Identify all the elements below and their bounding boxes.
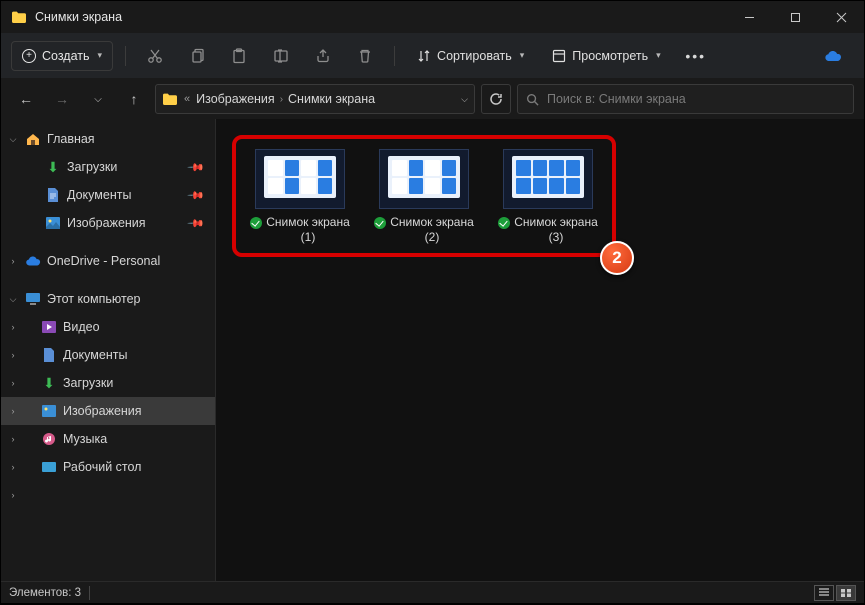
sort-label: Сортировать (437, 49, 512, 63)
download-icon: ⬇ (45, 159, 61, 175)
view-label: Просмотреть (572, 49, 648, 63)
sidebar-item-documents2[interactable]: ›Документы (1, 341, 215, 369)
chevron-right-icon: › (280, 94, 283, 105)
status-item-count: Элементов: 3 (9, 587, 81, 599)
pin-icon: 📌 (187, 214, 206, 233)
separator (125, 46, 126, 66)
onedrive-cloud-icon[interactable] (824, 50, 842, 62)
picture-icon (41, 403, 57, 419)
breadcrumb-parent[interactable]: Изображения (196, 92, 275, 106)
file-item[interactable]: Снимок экрана (1) (250, 149, 350, 245)
chevron-down-icon: ▾ (98, 50, 103, 61)
sidebar-item-pictures2[interactable]: ›Изображения (1, 397, 215, 425)
address-bar[interactable]: « Изображения › Снимки экрана ⌵ (155, 84, 475, 114)
music-icon (41, 431, 57, 447)
annotation-badge: 2 (600, 241, 634, 275)
status-bar: Элементов: 3 (1, 581, 864, 603)
back-button[interactable]: ← (11, 84, 41, 114)
content-area[interactable]: Снимок экрана (1) Снимок экрана (2) Сним… (216, 119, 864, 581)
separator (394, 46, 395, 66)
nav-row: ← → ⌵ ↑ « Изображения › Снимки экрана ⌵ … (1, 79, 864, 119)
thumbnail-icon (379, 149, 469, 209)
chevron-down-icon[interactable]: ⌵ (461, 94, 468, 105)
share-button[interactable] (306, 41, 340, 71)
thumbnails-view-button[interactable] (836, 585, 856, 601)
copy-button[interactable] (180, 41, 214, 71)
sidebar-item-documents[interactable]: Документы📌 (1, 181, 215, 209)
chevron-down-icon: ▾ (520, 50, 525, 61)
explorer-window: Снимки экрана + Создать ▾ Сортировать ▾ … (1, 1, 864, 603)
sync-check-icon (250, 217, 262, 229)
toolbar: + Создать ▾ Сортировать ▾ Просмотреть ▾ … (1, 33, 864, 79)
pin-icon: 📌 (187, 158, 206, 177)
new-button-label: Создать (42, 49, 90, 63)
sidebar-item-more[interactable]: › (1, 481, 215, 509)
close-button[interactable] (818, 1, 864, 33)
file-name: Снимок экрана (3) (514, 215, 598, 245)
refresh-button[interactable] (481, 84, 511, 114)
details-view-button[interactable] (814, 585, 834, 601)
search-icon (526, 93, 539, 106)
onedrive-icon (25, 253, 41, 269)
sort-button[interactable]: Сортировать ▾ (407, 41, 534, 71)
folder-icon (162, 92, 178, 106)
rename-button[interactable] (264, 41, 298, 71)
file-item[interactable]: Снимок экрана (2) (374, 149, 474, 245)
picture-icon (45, 215, 61, 231)
sidebar-item-downloads2[interactable]: ›⬇Загрузки (1, 369, 215, 397)
sort-icon (417, 49, 431, 63)
sidebar-item-onedrive[interactable]: ›OneDrive - Personal (1, 247, 215, 275)
main-area: ⌵Главная ⬇Загрузки📌 Документы📌 Изображен… (1, 119, 864, 581)
forward-button[interactable]: → (47, 84, 77, 114)
window-title: Снимки экрана (35, 10, 726, 24)
delete-button[interactable] (348, 41, 382, 71)
paste-button[interactable] (222, 41, 256, 71)
document-icon (45, 187, 61, 203)
sidebar-item-home[interactable]: ⌵Главная (1, 125, 215, 153)
view-button[interactable]: Просмотреть ▾ (542, 41, 670, 71)
cut-button[interactable] (138, 41, 172, 71)
recent-button[interactable]: ⌵ (83, 84, 113, 114)
titlebar[interactable]: Снимки экрана (1, 1, 864, 33)
maximize-button[interactable] (772, 1, 818, 33)
new-button[interactable]: + Создать ▾ (11, 41, 113, 71)
home-icon (25, 131, 41, 147)
download-icon: ⬇ (41, 375, 57, 391)
desktop-icon (41, 459, 57, 475)
minimize-button[interactable] (726, 1, 772, 33)
sidebar-item-downloads[interactable]: ⬇Загрузки📌 (1, 153, 215, 181)
plus-icon: + (22, 49, 36, 63)
pc-icon (25, 291, 41, 307)
video-icon (41, 319, 57, 335)
separator (89, 586, 90, 600)
document-icon (41, 347, 57, 363)
breadcrumb-current[interactable]: Снимки экрана (288, 92, 375, 106)
chevron-down-icon: ▾ (656, 50, 661, 61)
thumbnail-icon (255, 149, 345, 209)
search-box[interactable]: Поиск в: Снимки экрана (517, 84, 854, 114)
annotation-highlight: Снимок экрана (1) Снимок экрана (2) Сним… (232, 135, 616, 257)
thumbnail-icon (503, 149, 593, 209)
sidebar-item-desktop[interactable]: ›Рабочий стол (1, 453, 215, 481)
sync-check-icon (374, 217, 386, 229)
sync-check-icon (498, 217, 510, 229)
navigation-pane[interactable]: ⌵Главная ⬇Загрузки📌 Документы📌 Изображен… (1, 119, 216, 581)
sidebar-item-pictures[interactable]: Изображения📌 (1, 209, 215, 237)
sidebar-item-this-pc[interactable]: ⌵Этот компьютер (1, 285, 215, 313)
file-item[interactable]: Снимок экрана (3) (498, 149, 598, 245)
up-button[interactable]: ↑ (119, 84, 149, 114)
more-button[interactable]: ••• (679, 41, 713, 71)
pin-icon: 📌 (187, 186, 206, 205)
sidebar-item-music[interactable]: ›Музыка (1, 425, 215, 453)
search-placeholder: Поиск в: Снимки экрана (547, 92, 686, 106)
sidebar-item-videos[interactable]: ›Видео (1, 313, 215, 341)
folder-icon (11, 10, 27, 24)
view-icon (552, 49, 566, 63)
path-overflow[interactable]: « (184, 93, 190, 105)
file-name: Снимок экрана (2) (390, 215, 474, 245)
file-name: Снимок экрана (1) (266, 215, 350, 245)
